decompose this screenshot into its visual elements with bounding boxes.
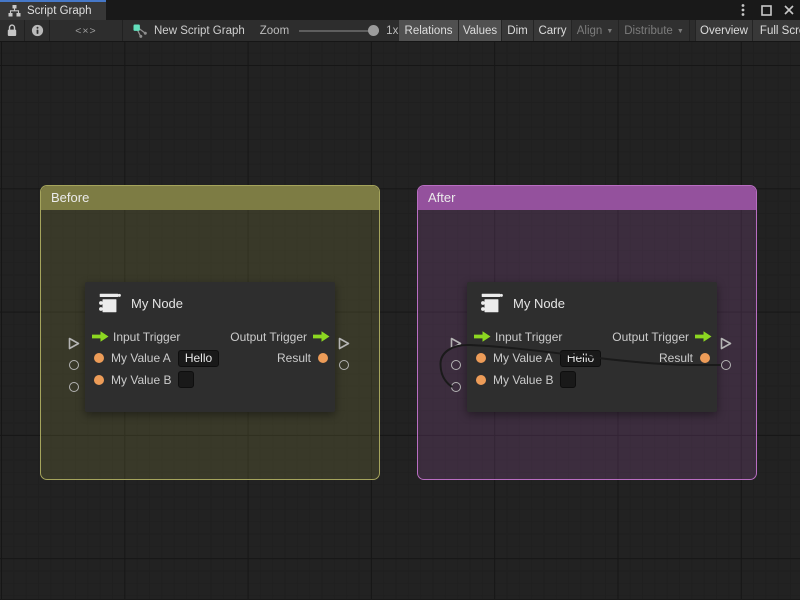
node-title: My Node xyxy=(131,296,183,311)
group-before-header[interactable]: Before xyxy=(41,186,379,210)
result-label: Result xyxy=(277,351,311,365)
value-a-label: My Value A xyxy=(493,351,553,365)
value-b-field[interactable] xyxy=(178,371,194,388)
distribute-dropdown[interactable]: Distribute▼ xyxy=(619,20,689,42)
value-b-row: My Value B xyxy=(85,369,335,391)
tab-script-graph[interactable]: Script Graph xyxy=(0,0,106,20)
output-trigger-port-icon[interactable] xyxy=(313,330,330,343)
result-label: Result xyxy=(659,351,693,365)
align-dropdown[interactable]: Align▼ xyxy=(572,20,618,42)
value-a-row: My Value A Hello Result xyxy=(467,348,717,370)
lock-icon xyxy=(6,24,18,37)
value-b-label: My Value B xyxy=(111,373,171,387)
window-controls xyxy=(736,0,796,20)
group-label: After xyxy=(428,190,455,205)
relations-toggle[interactable]: Relations xyxy=(399,20,458,42)
zoom-label: Zoom xyxy=(260,25,289,37)
value-a-port-icon[interactable] xyxy=(94,353,104,363)
value-a-label: My Value A xyxy=(111,351,171,365)
node-header[interactable]: My Node xyxy=(467,282,717,318)
overview-button[interactable]: Overview xyxy=(696,20,752,42)
external-value-a-port[interactable] xyxy=(69,360,79,370)
node-header[interactable]: My Node xyxy=(85,282,335,318)
inspect-values-button[interactable]: <×> xyxy=(50,20,123,42)
dim-toggle[interactable]: Dim xyxy=(502,20,533,42)
unit-node-icon xyxy=(96,290,122,316)
toolbar-spacer xyxy=(690,20,695,42)
result-port-icon[interactable] xyxy=(700,353,710,363)
zoom-slider-handle[interactable] xyxy=(368,25,379,36)
external-value-b-port[interactable] xyxy=(69,382,79,392)
tab-title: Script Graph xyxy=(27,5,92,17)
zoom-slider-track xyxy=(299,30,379,32)
group-label: Before xyxy=(51,190,89,205)
result-port-icon[interactable] xyxy=(318,353,328,363)
unit-node-icon xyxy=(478,290,504,316)
value-b-port-icon[interactable] xyxy=(476,375,486,385)
info-icon xyxy=(31,24,44,37)
value-b-label: My Value B xyxy=(493,373,553,387)
input-trigger-label: Input Trigger xyxy=(495,330,562,344)
external-result-port[interactable] xyxy=(339,360,349,370)
external-result-port[interactable] xyxy=(721,360,731,370)
graph-name: New Script Graph xyxy=(154,25,245,37)
new-graph-icon xyxy=(133,24,147,38)
full-screen-button[interactable]: Full Screen xyxy=(753,20,800,42)
value-a-field[interactable]: Hello xyxy=(560,350,601,367)
close-icon[interactable] xyxy=(782,3,796,17)
external-value-a-port[interactable] xyxy=(451,360,461,370)
value-b-port-icon[interactable] xyxy=(94,375,104,385)
input-trigger-port-icon[interactable] xyxy=(92,330,109,343)
value-a-port-icon[interactable] xyxy=(476,353,486,363)
trigger-row: Input Trigger Output Trigger xyxy=(467,326,717,348)
script-graph-window: Script Graph xyxy=(0,0,800,600)
zoom-value: 1x xyxy=(386,25,398,37)
external-input-trigger-port[interactable] xyxy=(450,337,462,350)
graph-title: New Script Graph xyxy=(133,24,245,38)
external-output-trigger-port[interactable] xyxy=(338,337,350,350)
graph-toolbar: <×> New Script Graph Zoom 1x Relations V… xyxy=(0,20,800,42)
tab-bar: Script Graph xyxy=(0,0,800,20)
value-a-field[interactable]: Hello xyxy=(178,350,219,367)
inspect-values-icon: <×> xyxy=(75,25,96,37)
lock-button[interactable] xyxy=(0,20,25,42)
value-b-row: My Value B xyxy=(467,369,717,391)
external-input-trigger-port[interactable] xyxy=(68,337,80,350)
dropdown-caret-icon: ▼ xyxy=(677,28,684,35)
output-trigger-label: Output Trigger xyxy=(230,330,307,344)
dropdown-caret-icon: ▼ xyxy=(606,28,613,35)
node-my-node-after[interactable]: My Node Input Trigger Output Trigger xyxy=(467,282,717,412)
maximize-icon[interactable] xyxy=(759,3,773,17)
output-trigger-label: Output Trigger xyxy=(612,330,689,344)
carry-toggle[interactable]: Carry xyxy=(534,20,571,42)
values-toggle[interactable]: Values xyxy=(459,20,501,42)
node-ports: Input Trigger Output Trigger My Value A … xyxy=(85,318,335,391)
graph-canvas[interactable]: Before After My Node xyxy=(0,42,800,599)
node-my-node-before[interactable]: My Node Input Trigger Output Trigger xyxy=(85,282,335,412)
external-output-trigger-port[interactable] xyxy=(720,337,732,350)
group-after-header[interactable]: After xyxy=(418,186,756,210)
toolbar-toggles: Relations Values Dim Carry Align▼ Distri… xyxy=(399,20,800,42)
value-a-row: My Value A Hello Result xyxy=(85,348,335,370)
node-title: My Node xyxy=(513,296,565,311)
external-value-b-port[interactable] xyxy=(451,382,461,392)
info-button[interactable] xyxy=(25,20,50,42)
output-trigger-port-icon[interactable] xyxy=(695,330,712,343)
value-b-field[interactable] xyxy=(560,371,576,388)
graph-hierarchy-icon xyxy=(8,5,21,17)
input-trigger-port-icon[interactable] xyxy=(474,330,491,343)
kebab-menu-icon[interactable] xyxy=(736,3,750,17)
node-ports: Input Trigger Output Trigger My Value A … xyxy=(467,318,717,391)
zoom-slider[interactable] xyxy=(299,25,379,37)
trigger-row: Input Trigger Output Trigger xyxy=(85,326,335,348)
input-trigger-label: Input Trigger xyxy=(113,330,180,344)
